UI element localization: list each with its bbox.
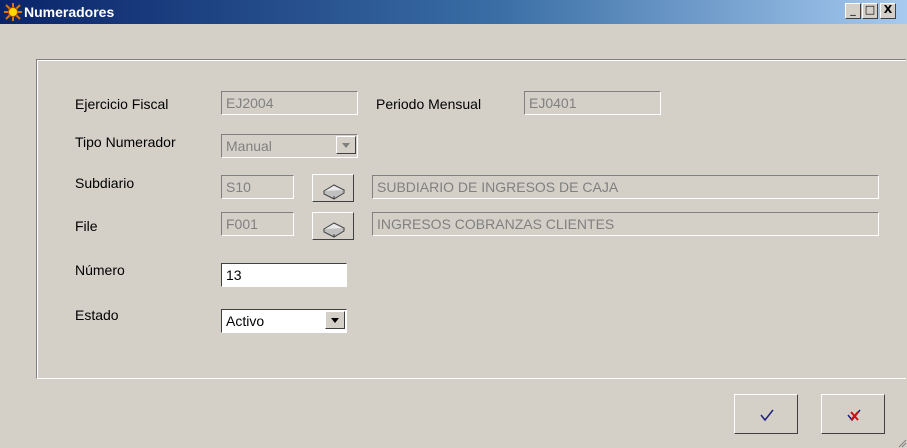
estado-label: Estado (75, 307, 119, 323)
numero-input[interactable]: 13 (221, 263, 347, 287)
tipo-numerador-select: Manual (221, 134, 358, 158)
cancel-button[interactable] (821, 394, 885, 434)
estado-dropdown-button[interactable] (325, 311, 345, 329)
periodo-mensual-field: EJ0401 (524, 91, 661, 115)
ejercicio-fiscal-field: EJ2004 (221, 91, 358, 115)
numero-label: Número (75, 262, 125, 278)
chevron-down-icon (342, 143, 350, 148)
file-lookup-button[interactable] (312, 212, 354, 240)
file-description-field: INGRESOS COBRANZAS CLIENTES (372, 212, 879, 236)
ejercicio-fiscal-value: EJ2004 (226, 95, 274, 111)
subdiario-code-value: S10 (226, 179, 251, 195)
file-code-field: F001 (221, 212, 294, 236)
tipo-numerador-label: Tipo Numerador (75, 134, 176, 150)
window-title: Numeradores (24, 4, 115, 20)
estado-select[interactable]: Activo (221, 309, 347, 333)
estado-value: Activo (226, 313, 265, 329)
book-icon (322, 184, 346, 200)
sun-app-icon (4, 3, 22, 21)
title-bar[interactable]: Numeradores _ □ X (0, 0, 907, 24)
cancel-check-icon (847, 409, 861, 422)
file-description-value: INGRESOS COBRANZAS CLIENTES (377, 216, 615, 232)
checkmark-icon (760, 409, 774, 422)
resize-grip-icon[interactable] (897, 438, 907, 448)
subdiario-lookup-button[interactable] (312, 174, 354, 202)
subdiario-code-field: S10 (221, 175, 294, 199)
book-icon (322, 222, 346, 238)
ejercicio-fiscal-label: Ejercicio Fiscal (75, 96, 169, 112)
file-code-value: F001 (226, 216, 258, 232)
tipo-numerador-value: Manual (226, 138, 272, 154)
accept-button[interactable] (734, 394, 798, 434)
file-label: File (75, 218, 98, 234)
subdiario-description-value: SUBDIARIO DE INGRESOS DE CAJA (377, 179, 619, 195)
periodo-mensual-label: Periodo Mensual (376, 96, 482, 112)
minimize-button[interactable]: _ (845, 3, 861, 19)
subdiario-description-field: SUBDIARIO DE INGRESOS DE CAJA (372, 175, 879, 199)
chevron-down-icon (331, 318, 339, 323)
tipo-numerador-dropdown-button (336, 136, 356, 154)
subdiario-label: Subdiario (75, 175, 135, 191)
close-button[interactable]: X (880, 3, 896, 19)
numero-value: 13 (226, 267, 242, 283)
maximize-button[interactable]: □ (862, 3, 878, 19)
periodo-mensual-value: EJ0401 (529, 95, 577, 111)
